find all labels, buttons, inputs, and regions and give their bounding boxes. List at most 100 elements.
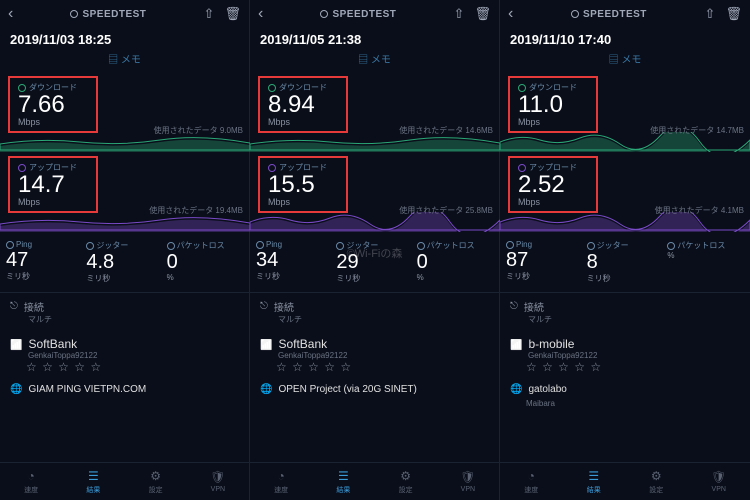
packet-loss-icon <box>667 242 675 250</box>
tab-vpn[interactable]: 🛡 VPN <box>437 463 499 500</box>
bottom-nav: ◔ 速度 ☰ 結果 ⚙ 設定 🛡 VPN <box>250 462 499 500</box>
tab-settings[interactable]: ⚙ 設定 <box>125 463 187 500</box>
tab-results[interactable]: ☰ 結果 <box>62 463 124 500</box>
jitter-icon <box>86 242 94 250</box>
download-unit: Mbps <box>268 117 338 127</box>
speedtest-logo-icon <box>70 10 78 18</box>
upload-unit: Mbps <box>518 197 588 207</box>
download-metric: ダウンロード 11.0 Mbps <box>508 76 598 133</box>
speedtest-logo-icon <box>571 10 579 18</box>
server-block[interactable]: 🌐OPEN Project (via 20G SINET) <box>250 380 499 399</box>
jitter-icon <box>336 242 344 250</box>
wifi-icon <box>260 337 272 351</box>
upload-data-used: 使用されたデータ 4.1MB <box>655 205 744 216</box>
bottom-nav: ◔ 速度 ☰ 結果 ⚙ 設定 🛡 VPN <box>500 462 750 500</box>
packet-loss-value: 0 <box>167 251 243 273</box>
share-icon[interactable]: ⇧ <box>454 6 465 22</box>
top-bar: ‹ SPEEDTEST ⇧ 🗑 <box>0 0 249 28</box>
provider-detail: GenkaiToppa92122 <box>510 351 740 360</box>
server-name: gatolabo <box>528 384 566 395</box>
connection-icon: ⎋ <box>10 301 18 312</box>
rating-stars[interactable]: ☆ ☆ ☆ ☆ ☆ <box>510 360 740 374</box>
result-timestamp: 2019/11/05 21:38 <box>250 28 499 49</box>
upload-metric: アップロード 14.7 Mbps <box>8 156 98 213</box>
provider-block[interactable]: b-mobile GenkaiToppa92122 ☆ ☆ ☆ ☆ ☆ <box>500 331 750 380</box>
server-block[interactable]: 🌐GIAM PING VIETPN.COM <box>0 380 249 399</box>
back-icon[interactable]: ‹ <box>8 5 13 23</box>
download-value: 11.0 <box>518 93 588 117</box>
memo-button[interactable]: ▤ メモ <box>500 49 750 72</box>
shield-icon: 🛡 <box>711 470 726 484</box>
upload-unit: Mbps <box>268 197 338 207</box>
delete-icon[interactable]: 🗑 <box>725 6 742 22</box>
provider-block[interactable]: SoftBank GenkaiToppa92122 ☆ ☆ ☆ ☆ ☆ <box>250 331 499 380</box>
tab-results[interactable]: ☰ 結果 <box>312 463 374 500</box>
upload-value: 2.52 <box>518 173 588 197</box>
gear-icon: ⚙ <box>651 469 662 483</box>
connection-block: ⎋接続 マルチ <box>500 292 750 331</box>
jitter-value: 4.8 <box>86 251 162 273</box>
tab-speed[interactable]: ◔ 速度 <box>500 463 563 500</box>
gauge-icon: ◔ <box>28 469 35 483</box>
share-icon[interactable]: ⇧ <box>705 6 716 22</box>
latency-stats: Ping 34 ミリ秒 ジッター 29 ミリ秒 パケットロス 0 % <box>250 232 499 292</box>
delete-icon[interactable]: 🗑 <box>224 6 241 22</box>
connection-block: ⎋接続 マルチ <box>250 292 499 331</box>
connection-icon: ⎋ <box>510 301 518 312</box>
latency-stats: Ping 47 ミリ秒 ジッター 4.8 ミリ秒 パケットロス 0 % <box>0 232 249 292</box>
download-value: 7.66 <box>18 93 88 117</box>
ping-icon <box>6 241 14 249</box>
speedtest-logo-icon <box>320 10 328 18</box>
provider-block[interactable]: SoftBank GenkaiToppa92122 ☆ ☆ ☆ ☆ ☆ <box>0 331 249 380</box>
shield-icon: 🛡 <box>210 470 225 484</box>
back-icon[interactable]: ‹ <box>508 5 513 23</box>
ping-icon <box>506 241 514 249</box>
download-metric: ダウンロード 7.66 Mbps <box>8 76 98 133</box>
provider-name: SoftBank <box>278 337 327 351</box>
speedtest-result-panel: ‹ SPEEDTEST ⇧ 🗑 2019/11/03 18:25 ▤ メモ ダウ… <box>0 0 250 500</box>
upload-metric: アップロード 2.52 Mbps <box>508 156 598 213</box>
tab-settings[interactable]: ⚙ 設定 <box>375 463 437 500</box>
result-timestamp: 2019/11/03 18:25 <box>0 28 249 49</box>
memo-button[interactable]: ▤ メモ <box>0 49 249 72</box>
tab-speed[interactable]: ◔ 速度 <box>0 463 62 500</box>
result-timestamp: 2019/11/10 17:40 <box>500 28 750 49</box>
memo-button[interactable]: ▤ メモ <box>250 49 499 72</box>
provider-detail: GenkaiToppa92122 <box>260 351 489 360</box>
speedtest-result-panel: ©Wi-Fiの森 ‹ SPEEDTEST ⇧ 🗑 2019/11/05 21:3… <box>250 0 500 500</box>
back-icon[interactable]: ‹ <box>258 5 263 23</box>
download-data-used: 使用されたデータ 14.7MB <box>650 125 744 136</box>
share-icon[interactable]: ⇧ <box>204 6 215 22</box>
server-location: Maibara <box>500 399 750 408</box>
upload-data-used: 使用されたデータ 25.8MB <box>399 205 493 216</box>
connection-block: ⎋接続 マルチ <box>0 292 249 331</box>
app-brand: SPEEDTEST <box>70 9 146 20</box>
delete-icon[interactable]: 🗑 <box>474 6 491 22</box>
download-data-used: 使用されたデータ 14.6MB <box>399 125 493 136</box>
download-value: 8.94 <box>268 93 338 117</box>
rating-stars[interactable]: ☆ ☆ ☆ ☆ ☆ <box>260 360 489 374</box>
packet-loss-value: 0 <box>417 251 493 273</box>
tab-vpn[interactable]: 🛡 VPN <box>688 463 750 500</box>
download-unit: Mbps <box>518 117 588 127</box>
download-metric: ダウンロード 8.94 Mbps <box>258 76 348 133</box>
tab-results[interactable]: ☰ 結果 <box>563 463 626 500</box>
top-bar: ‹ SPEEDTEST ⇧ 🗑 <box>250 0 499 28</box>
tab-speed[interactable]: ◔ 速度 <box>250 463 312 500</box>
tab-vpn[interactable]: 🛡 VPN <box>187 463 249 500</box>
gear-icon: ⚙ <box>150 469 161 483</box>
rating-stars[interactable]: ☆ ☆ ☆ ☆ ☆ <box>10 360 239 374</box>
tab-settings[interactable]: ⚙ 設定 <box>625 463 688 500</box>
speedtest-result-panel: ‹ SPEEDTEST ⇧ 🗑 2019/11/10 17:40 ▤ メモ ダウ… <box>500 0 750 500</box>
gauge-icon: ◔ <box>528 469 535 483</box>
ping-value: 47 <box>6 249 82 271</box>
list-icon: ☰ <box>338 469 349 483</box>
ping-value: 87 <box>506 249 583 271</box>
download-data-used: 使用されたデータ 9.0MB <box>154 125 243 136</box>
packet-loss-icon <box>167 242 175 250</box>
provider-name: SoftBank <box>28 337 77 351</box>
upload-data-used: 使用されたデータ 19.4MB <box>149 205 243 216</box>
server-block[interactable]: 🌐gatolabo <box>500 380 750 399</box>
ping-value: 34 <box>256 249 332 271</box>
app-brand: SPEEDTEST <box>571 9 647 20</box>
